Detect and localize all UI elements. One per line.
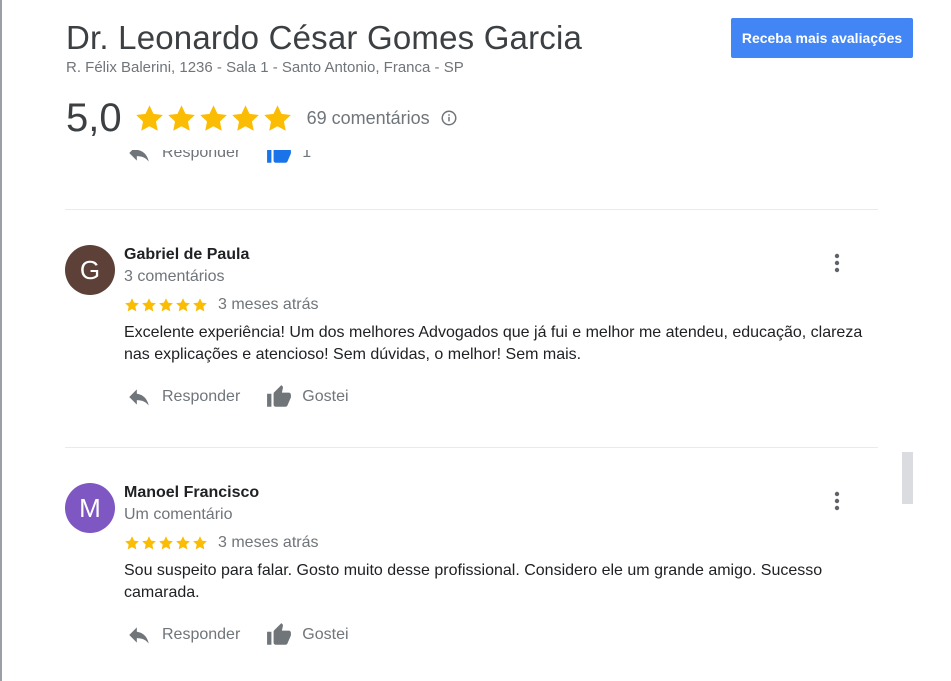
business-title: Dr. Leonardo César Gomes Garcia xyxy=(66,19,583,56)
star-icon xyxy=(125,536,139,550)
thumbs-up-icon xyxy=(267,385,292,407)
like-count: 1 xyxy=(302,150,312,161)
review-item: M Manoel Francisco Um comentário 3 meses… xyxy=(65,483,878,681)
reviews-list[interactable]: Responder 1 G Gabriel de Paula 3 comentá… xyxy=(0,150,951,681)
review-meta: 3 meses atrás xyxy=(124,295,318,315)
star-icon xyxy=(125,298,139,312)
rating-summary: 5,0 69 comentários xyxy=(66,96,458,140)
business-header: Dr. Leonardo César Gomes Garcia R. Félix… xyxy=(66,18,582,78)
like-label: Gostei xyxy=(302,388,349,405)
review-text: Sou suspeito para falar. Gosto muito des… xyxy=(124,562,823,601)
reviewer-comment-count: Um comentário xyxy=(124,506,233,523)
partial-review-actions: Responder 1 xyxy=(126,150,311,166)
thumbs-up-icon xyxy=(267,150,292,163)
star-icon xyxy=(176,536,190,550)
review-time: 3 meses atrás xyxy=(218,534,319,551)
star-rating xyxy=(134,103,293,134)
reviewer-name[interactable]: Manoel Francisco xyxy=(124,483,259,503)
like-label: Gostei xyxy=(302,626,349,643)
review-actions: Responder Gostei xyxy=(126,622,349,648)
reviewer-comment-count: 3 comentários xyxy=(124,268,225,285)
star-icon xyxy=(263,104,291,131)
star-icon xyxy=(199,104,227,131)
reply-button[interactable]: Responder xyxy=(126,384,240,410)
more-options-icon[interactable] xyxy=(825,251,849,275)
reply-label: Responder xyxy=(162,150,241,161)
star-icon xyxy=(142,536,156,550)
reply-icon xyxy=(129,389,149,406)
star-icon xyxy=(142,298,156,312)
review-text: Excelente experiência! Um dos melhores A… xyxy=(124,324,863,363)
average-score: 5,0 xyxy=(66,96,122,140)
reply-label: Responder xyxy=(162,388,241,405)
like-button[interactable]: Gostei xyxy=(266,384,349,410)
star-icon xyxy=(167,104,195,131)
reply-label: Responder xyxy=(162,626,241,643)
divider xyxy=(65,447,878,448)
review-actions: Responder Gostei xyxy=(126,384,349,410)
scrollbar-thumb[interactable] xyxy=(902,452,913,504)
reply-icon xyxy=(129,150,149,162)
business-address: R. Félix Balerini, 1236 - Sala 1 - Santo… xyxy=(66,59,464,76)
review-star-rating xyxy=(124,297,208,313)
divider xyxy=(65,209,878,210)
get-more-reviews-button[interactable]: Receba mais avaliações xyxy=(731,18,913,58)
star-icon xyxy=(193,298,207,312)
review-time: 3 meses atrás xyxy=(218,296,319,313)
star-icon xyxy=(231,104,259,131)
review-star-rating xyxy=(124,535,208,551)
reply-icon xyxy=(129,627,149,644)
reply-button[interactable]: Responder xyxy=(126,150,240,166)
info-icon[interactable] xyxy=(440,109,458,127)
reply-button[interactable]: Responder xyxy=(126,622,240,648)
avatar[interactable]: M xyxy=(65,483,115,533)
star-icon xyxy=(176,298,190,312)
star-icon xyxy=(159,298,173,312)
review-meta: 3 meses atrás xyxy=(124,533,318,553)
star-icon xyxy=(135,104,163,131)
star-icon xyxy=(193,536,207,550)
like-button[interactable]: 1 xyxy=(266,150,311,166)
star-icon xyxy=(159,536,173,550)
reviewer-name[interactable]: Gabriel de Paula xyxy=(124,245,249,265)
reviews-count: 69 comentários xyxy=(306,107,430,128)
thumbs-up-icon xyxy=(267,623,292,645)
avatar[interactable]: G xyxy=(65,245,115,295)
more-options-icon[interactable] xyxy=(825,489,849,513)
like-button[interactable]: Gostei xyxy=(266,622,349,648)
review-item: G Gabriel de Paula 3 comentários 3 meses… xyxy=(65,245,878,445)
